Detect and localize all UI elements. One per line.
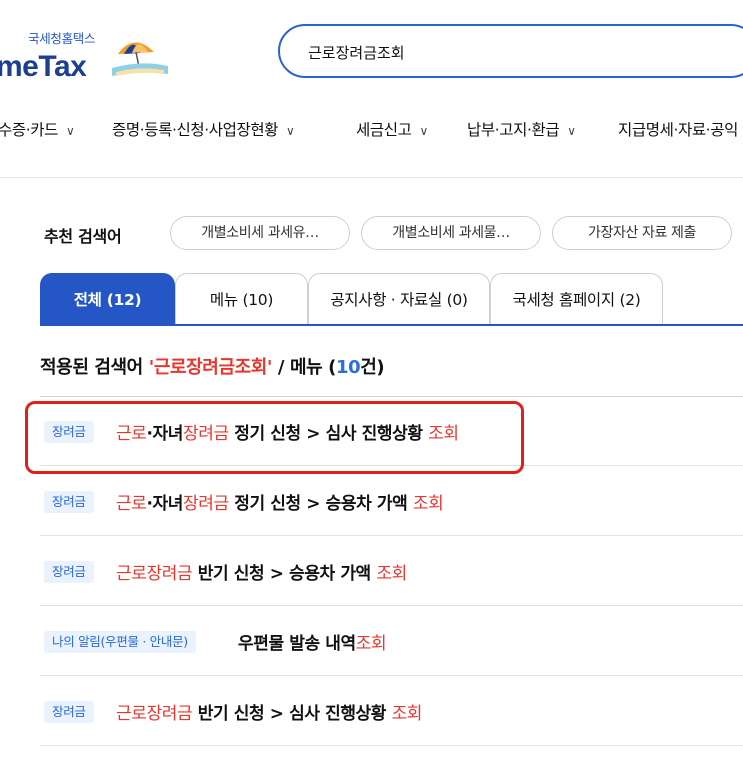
chevron-down-icon: ∨ [65, 124, 75, 138]
gnb-item-statements[interactable]: 지급명세·자료·공익 [618, 118, 738, 140]
gnb-item-payment[interactable]: 납부·고지·환급 ∨ [467, 118, 576, 140]
hometax-logo[interactable]: 국세청홈택스 meTax [0, 22, 180, 84]
result-title[interactable]: 우편물 발송 내역조회 [238, 629, 387, 654]
chevron-down-icon: ∨ [286, 124, 295, 138]
logo-subtitle: 국세청홈택스 [28, 31, 96, 46]
recommended-keyword-chip[interactable]: 개별소비세 과세물… [361, 216, 541, 250]
recommended-keywords-label: 추천 검색어 [44, 227, 122, 246]
header-divider [0, 177, 743, 178]
result-title[interactable]: 근로장려금 반기 신청 > 승용차 가액 조회 [116, 559, 407, 584]
chevron-down-icon: ∨ [567, 124, 576, 138]
tab-menu[interactable]: 메뉴 (10) [175, 273, 308, 325]
beach-umbrella-icon [112, 42, 168, 76]
result-title[interactable]: 근로·자녀장려금 정기 신청 > 승용차 가액 조회 [116, 489, 444, 514]
logo-title: meTax [0, 50, 87, 83]
result-row[interactable]: 나의 알림(우편물 · 안내문) 우편물 발송 내역조회 [40, 607, 743, 676]
gnb-item-tax-filing[interactable]: 세금신고 ∨ [356, 118, 428, 140]
tab-nts-homepage[interactable]: 국세청 홈페이지 (2) [490, 273, 663, 325]
search-input-value: 근로장려금조회 [308, 44, 405, 62]
gnb-item-certificate[interactable]: 증명·등록·신청·사업장현황 ∨ [112, 118, 295, 140]
gnb-item-receipt-card[interactable]: 수증·카드 ∨ [0, 118, 75, 140]
result-title[interactable]: 근로장려금 반기 신청 > 심사 진행상황 조회 [116, 699, 422, 724]
category-badge: 장려금 [44, 561, 94, 583]
result-row[interactable]: 장려금 근로·자녀장려금 정기 신청 > 승용차 가액 조회 [40, 467, 743, 536]
category-badge: 장려금 [44, 491, 94, 513]
search-input[interactable]: 근로장려금조회 [278, 24, 743, 78]
applied-keyword: '근로장려금조회' [148, 357, 273, 378]
result-row[interactable]: 장려금 근로장려금 반기 신청 > 승용차 가액 조회 [40, 537, 743, 606]
tab-all[interactable]: 전체 (12) [40, 273, 175, 325]
category-badge: 나의 알림(우편물 · 안내문) [44, 631, 196, 653]
recommended-keyword-chip[interactable]: 개별소비세 과세유… [170, 216, 350, 250]
chevron-down-icon: ∨ [419, 124, 428, 138]
tab-notices[interactable]: 공지사항 · 자료실 (0) [308, 273, 490, 325]
tab-underline [40, 324, 743, 326]
result-count: 10 [335, 357, 361, 378]
annotation-highlight-box [25, 401, 524, 474]
result-row[interactable]: 장려금 근로장려금 반기 신청 > 심사 진행상황 조회 [40, 677, 743, 746]
category-badge: 장려금 [44, 701, 94, 723]
recommended-keyword-chip[interactable]: 가장자산 자료 제출 [552, 216, 732, 250]
global-nav: 수증·카드 ∨ 증명·등록·신청·사업장현황 ∨ 세금신고 ∨ 납부·고지·환급 ∨ 지… [0, 112, 743, 148]
result-heading: 적용된 검색어 '근로장려금조회' / 메뉴 (10건) [40, 357, 385, 378]
